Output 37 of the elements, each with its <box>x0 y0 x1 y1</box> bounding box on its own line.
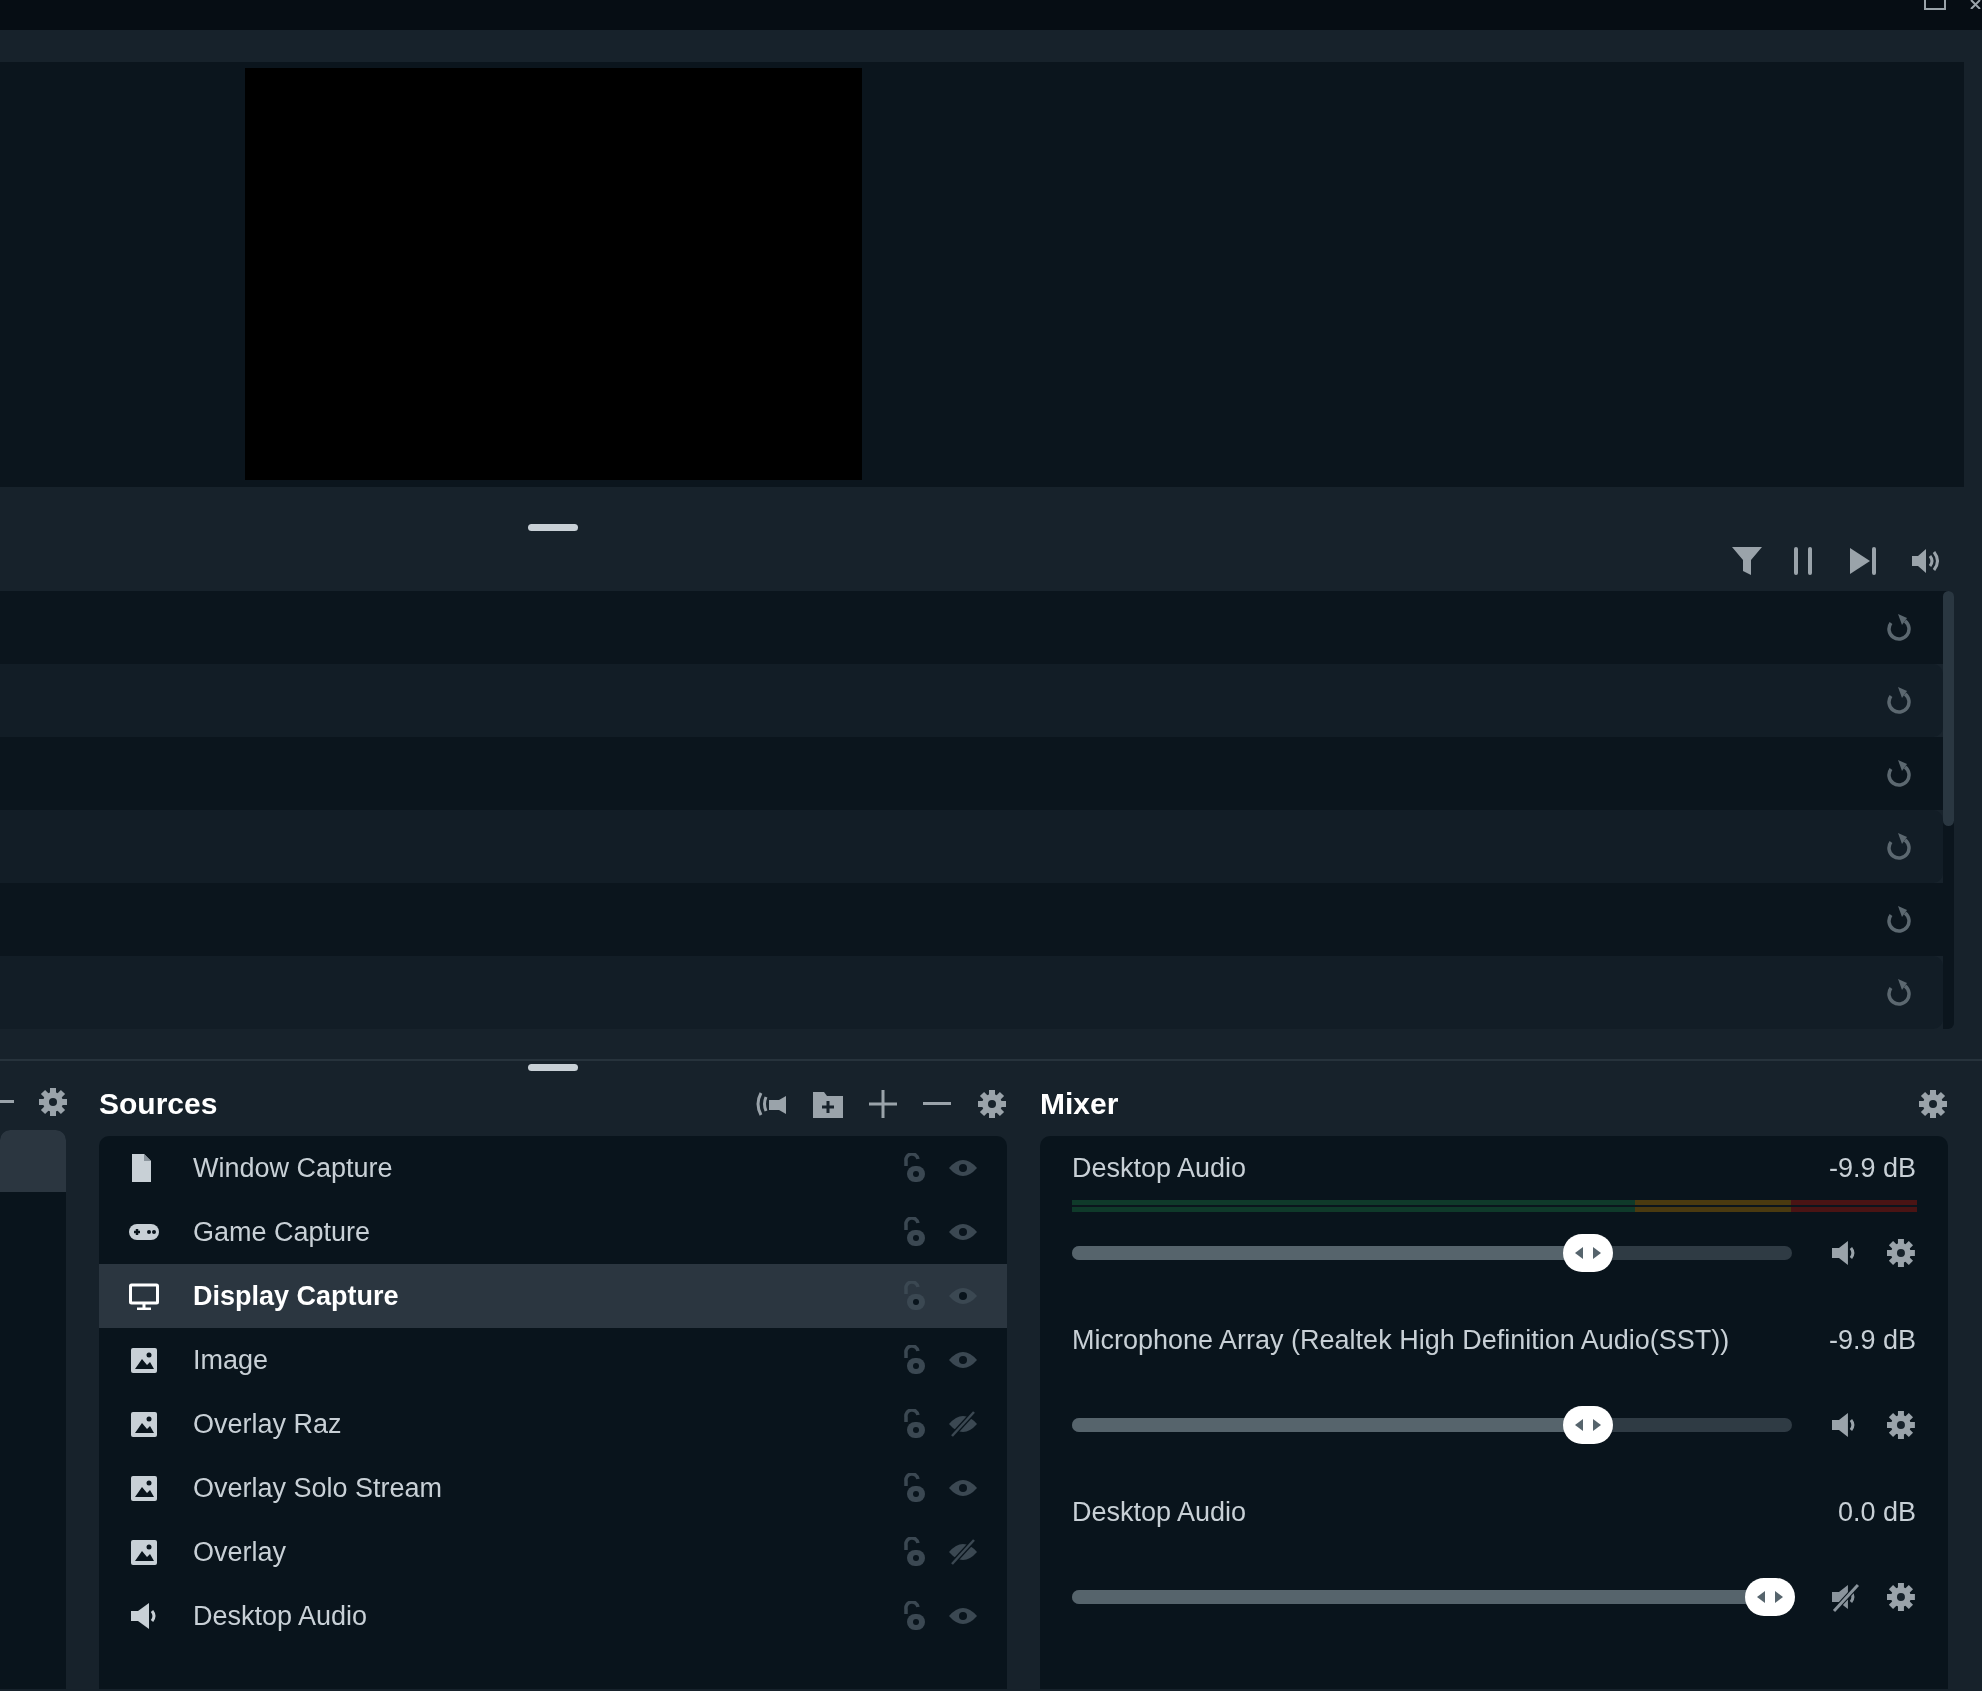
reset-icon[interactable] <box>1885 978 1911 1007</box>
image-icon <box>129 1538 159 1567</box>
minus-icon[interactable] <box>0 1099 14 1104</box>
channel-reading: 0.0 dB <box>1837 1495 1916 1529</box>
monitor-icon <box>129 1282 159 1311</box>
reset-icon[interactable] <box>1885 613 1911 642</box>
scrollbar-thumb[interactable] <box>1943 591 1954 826</box>
close-icon[interactable] <box>1970 0 1982 9</box>
resize-handle[interactable] <box>528 1064 578 1071</box>
filter-icon[interactable] <box>1732 547 1762 575</box>
reset-icon[interactable] <box>1885 759 1911 788</box>
image-icon <box>129 1474 159 1503</box>
slider-thumb[interactable] <box>1563 1234 1614 1273</box>
maximize-icon[interactable] <box>1924 0 1946 10</box>
panel-title: Mixer <box>1040 1086 1119 1123</box>
reset-icon[interactable] <box>1885 686 1911 715</box>
skip-icon[interactable] <box>1850 547 1878 575</box>
reset-icon[interactable] <box>1885 832 1911 861</box>
image-icon <box>129 1346 159 1375</box>
panel-title: Sources <box>99 1086 218 1123</box>
channel-reading: -9.9 dB <box>1828 1151 1916 1185</box>
channel-name: Desktop Audio <box>1072 1495 1247 1529</box>
add-icon[interactable] <box>869 1089 897 1118</box>
volume-slider[interactable] <box>1072 1234 1793 1273</box>
resize-handle[interactable] <box>528 524 578 531</box>
folder-add-icon[interactable] <box>813 1089 843 1118</box>
reset-icon[interactable] <box>1885 905 1911 934</box>
image-icon <box>129 1410 159 1439</box>
channel-reading: -9.9 dB <box>1828 1323 1916 1357</box>
channel-name: Microphone Array (Realtek High Definition Audio(SST)) <box>1072 1323 1730 1357</box>
slider-thumb[interactable] <box>1563 1406 1614 1445</box>
volume-slider[interactable] <box>1072 1578 1793 1617</box>
remove-icon[interactable] <box>923 1101 951 1106</box>
pause-icon[interactable] <box>1792 547 1814 575</box>
volume-slider[interactable] <box>1072 1406 1793 1445</box>
slider-thumb[interactable] <box>1745 1578 1795 1617</box>
channel-name: Desktop Audio <box>1072 1151 1247 1185</box>
